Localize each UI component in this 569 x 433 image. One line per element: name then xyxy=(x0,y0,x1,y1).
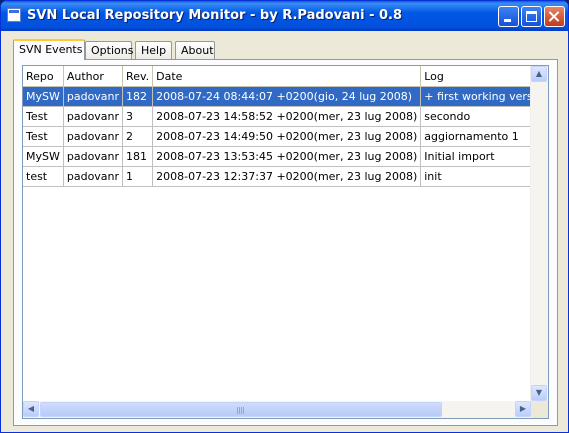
column-header-date[interactable]: Date xyxy=(152,66,422,87)
vertical-scrollbar[interactable]: ▲ ▼ xyxy=(530,66,548,401)
column-header-repo[interactable]: Repo xyxy=(23,66,64,87)
table-row[interactable]: MySW padovanr 181 2008-07-23 13:53:45 +0… xyxy=(23,146,548,167)
cell-date: 2008-07-24 08:44:07 +0200(gio, 24 lug 20… xyxy=(152,86,422,107)
table-row[interactable]: Test padovanr 3 2008-07-23 14:58:52 +020… xyxy=(23,106,548,127)
table-header: Repo Author Rev. Date Log xyxy=(23,66,548,87)
cell-repo: MySW xyxy=(23,146,64,167)
cell-rev: 3 xyxy=(122,106,154,127)
minimize-icon xyxy=(504,19,511,22)
horizontal-scroll-thumb[interactable] xyxy=(40,402,442,417)
column-header-rev[interactable]: Rev. xyxy=(122,66,154,87)
maximize-icon xyxy=(526,11,537,22)
scroll-left-button[interactable]: ◀ xyxy=(23,401,39,417)
cell-rev: 182 xyxy=(122,86,154,107)
cell-repo: MySW xyxy=(23,86,64,107)
cell-author: padovanr xyxy=(63,86,124,107)
cell-author: padovanr xyxy=(63,126,124,147)
cell-author: padovanr xyxy=(63,146,124,167)
app-window-icon[interactable] xyxy=(7,8,21,22)
svn-events-panel: Repo Author Rev. Date Log MySW padovanr … xyxy=(13,59,558,426)
scroll-down-button[interactable]: ▼ xyxy=(531,385,547,401)
cell-repo: Test xyxy=(23,126,64,147)
table-row[interactable]: test padovanr 1 2008-07-23 12:37:37 +020… xyxy=(23,166,548,187)
cell-repo: test xyxy=(23,166,64,187)
horizontal-scrollbar[interactable]: ◀ ▶ xyxy=(23,401,531,418)
cell-repo: Test xyxy=(23,106,64,127)
table-row[interactable]: MySW padovanr 182 2008-07-24 08:44:07 +0… xyxy=(23,86,548,107)
main-window: SVN Local Repository Monitor - by R.Pado… xyxy=(0,0,569,433)
cell-rev: 181 xyxy=(122,146,154,167)
cell-author: padovanr xyxy=(63,106,124,127)
cell-rev: 1 xyxy=(122,166,154,187)
scroll-grip-icon xyxy=(237,407,245,414)
tab-help[interactable]: Help xyxy=(135,41,172,59)
cell-date: 2008-07-23 12:37:37 +0200(mer, 23 lug 20… xyxy=(152,166,422,187)
cell-date: 2008-07-23 14:49:50 +0200(mer, 23 lug 20… xyxy=(152,126,422,147)
table-row[interactable]: Test padovanr 2 2008-07-23 14:49:50 +020… xyxy=(23,126,548,147)
scroll-up-button[interactable]: ▲ xyxy=(531,66,547,82)
maximize-button[interactable] xyxy=(521,6,542,27)
minimize-button[interactable] xyxy=(498,6,519,27)
tab-options[interactable]: Options xyxy=(85,41,133,59)
cell-date: 2008-07-23 14:58:52 +0200(mer, 23 lug 20… xyxy=(152,106,422,127)
tab-svn-events[interactable]: SVN Events xyxy=(13,39,85,60)
scroll-right-button[interactable]: ▶ xyxy=(515,401,531,417)
cell-date: 2008-07-23 13:53:45 +0200(mer, 23 lug 20… xyxy=(152,146,422,167)
events-table[interactable]: Repo Author Rev. Date Log MySW padovanr … xyxy=(22,65,549,419)
close-button[interactable] xyxy=(544,6,565,27)
title-bar[interactable]: SVN Local Repository Monitor - by R.Pado… xyxy=(1,1,568,31)
cell-rev: 2 xyxy=(122,126,154,147)
close-icon xyxy=(545,7,564,26)
window-title: SVN Local Repository Monitor - by R.Pado… xyxy=(27,8,403,23)
cell-author: padovanr xyxy=(63,166,124,187)
scroll-corner xyxy=(531,401,548,418)
tab-about[interactable]: About xyxy=(175,41,215,59)
column-header-author[interactable]: Author xyxy=(63,66,124,87)
